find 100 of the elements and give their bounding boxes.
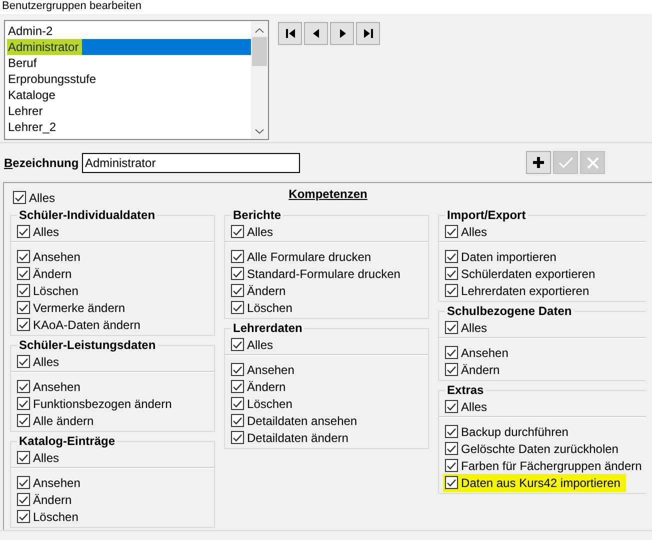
check-icon bbox=[233, 228, 242, 236]
checkbox-label: Ansehen bbox=[247, 362, 294, 378]
list-item[interactable]: Lehrer bbox=[7, 103, 251, 119]
nav-button[interactable] bbox=[278, 22, 302, 45]
skip-start-icon bbox=[286, 29, 294, 38]
checkbox-label: Alles bbox=[461, 224, 488, 240]
add-button[interactable] bbox=[526, 151, 551, 174]
checkbox[interactable] bbox=[231, 363, 244, 376]
checkbox[interactable] bbox=[445, 459, 458, 472]
checkbox-label: Daten importieren bbox=[461, 248, 556, 266]
checkbox-label: Alles bbox=[33, 450, 60, 466]
triangle-right-icon bbox=[338, 29, 346, 38]
checkbox-label: Löschen bbox=[247, 396, 292, 412]
checkbox[interactable] bbox=[445, 346, 458, 359]
checkbox-label: Gelöschte Daten zurückholen bbox=[461, 440, 618, 458]
checkbox-label: Ansehen bbox=[33, 474, 80, 492]
checkbox[interactable] bbox=[445, 321, 458, 334]
list-item[interactable]: Lehrer_2 bbox=[7, 119, 251, 135]
checkbox-label: Ansehen bbox=[33, 378, 80, 396]
checkbox-label: Ansehen bbox=[33, 248, 80, 266]
triangle-left-icon bbox=[312, 29, 320, 38]
checkbox-label: Detaildaten ändern bbox=[247, 430, 348, 446]
checkbox[interactable] bbox=[445, 400, 458, 413]
name-input[interactable]: Administrator bbox=[82, 152, 300, 172]
nav-button[interactable] bbox=[304, 22, 328, 45]
group-title: Katalog-Einträge bbox=[17, 433, 118, 449]
scrollbar[interactable] bbox=[251, 21, 268, 139]
checkbox-label: KAoA-Daten ändern bbox=[33, 316, 140, 334]
checkbox[interactable] bbox=[17, 267, 30, 280]
checkbox[interactable] bbox=[231, 284, 244, 297]
checkbox[interactable] bbox=[445, 425, 458, 438]
checkbox[interactable] bbox=[445, 250, 458, 263]
chevron-down-icon bbox=[255, 129, 264, 134]
list-item[interactable]: Beruf bbox=[7, 55, 251, 71]
nav-button[interactable] bbox=[356, 22, 380, 45]
checkbox[interactable] bbox=[13, 191, 26, 204]
check-icon bbox=[19, 358, 28, 366]
checkbox[interactable] bbox=[445, 267, 458, 280]
checkbox[interactable] bbox=[445, 363, 458, 376]
check-icon bbox=[447, 228, 456, 236]
checkbox-label: Ändern bbox=[247, 282, 286, 300]
checkbox[interactable] bbox=[231, 225, 244, 238]
window-title: Benutzergruppen bearbeiten bbox=[2, 0, 142, 13]
checkbox-label: Ändern bbox=[461, 362, 500, 378]
scrollbar-thumb[interactable] bbox=[252, 37, 267, 66]
checkbox[interactable] bbox=[231, 338, 244, 351]
checkbox[interactable] bbox=[231, 397, 244, 410]
checkbox-label: Farben für Fächergruppen ändern bbox=[461, 458, 642, 474]
group-title: Schüler-Leistungsdaten bbox=[17, 337, 158, 353]
checkbox[interactable] bbox=[17, 414, 30, 427]
checkbox-label: Alles bbox=[247, 336, 274, 354]
checkbox-label: Alles bbox=[461, 398, 488, 416]
checkbox[interactable] bbox=[17, 318, 30, 331]
checkbox[interactable] bbox=[17, 301, 30, 314]
check-icon bbox=[558, 157, 572, 168]
close-icon bbox=[586, 156, 598, 168]
checkbox-label: Ändern bbox=[33, 492, 72, 508]
checkbox[interactable] bbox=[231, 301, 244, 314]
checkbox[interactable] bbox=[445, 225, 458, 238]
check-icon bbox=[19, 454, 28, 462]
checkbox-label: Backup durchführen bbox=[461, 424, 568, 440]
checkbox[interactable] bbox=[17, 493, 30, 506]
checkbox-label: Löschen bbox=[247, 300, 292, 316]
checkbox-label: Alles bbox=[33, 354, 60, 370]
checkbox[interactable] bbox=[17, 397, 30, 410]
checkbox[interactable] bbox=[231, 380, 244, 393]
checkbox[interactable] bbox=[445, 284, 458, 297]
checkbox[interactable] bbox=[231, 267, 244, 280]
checkbox-label: Alles bbox=[461, 320, 488, 336]
list-item[interactable]: Admin-2 bbox=[7, 23, 251, 39]
nav-button[interactable] bbox=[330, 22, 354, 45]
checkbox-label: Ändern bbox=[247, 378, 286, 396]
checkbox-label: Detaildaten ansehen bbox=[247, 412, 358, 430]
checkbox[interactable] bbox=[17, 250, 30, 263]
check-icon bbox=[15, 194, 24, 202]
list-item[interactable]: Kataloge bbox=[7, 87, 251, 103]
checkbox-label: Löschen bbox=[33, 508, 78, 526]
checkbox-label: Ändern bbox=[33, 266, 72, 282]
checkbox[interactable] bbox=[231, 431, 244, 444]
checkbox[interactable] bbox=[231, 250, 244, 263]
list-item[interactable]: Erprobungsstufe bbox=[7, 71, 251, 87]
checkbox-label: Ansehen bbox=[461, 344, 508, 362]
checkbox[interactable] bbox=[17, 510, 30, 523]
checkbox-label: Funktionsbezogen ändern bbox=[33, 396, 172, 412]
checkbox[interactable] bbox=[17, 476, 30, 489]
checkbox[interactable] bbox=[17, 284, 30, 297]
checkbox[interactable] bbox=[445, 476, 458, 489]
group-listbox[interactable]: Admin-2 Administrator Beruf Erprobungsstufe Kataloge Lehrer Lehrer_2 bbox=[4, 20, 269, 140]
list-item[interactable]: Administrator bbox=[7, 39, 251, 55]
checkbox-label: Alles bbox=[33, 224, 60, 240]
section-title: Kompetenzen bbox=[288, 186, 368, 202]
checkbox[interactable] bbox=[231, 414, 244, 427]
checkbox[interactable] bbox=[17, 355, 30, 368]
checkbox[interactable] bbox=[445, 442, 458, 455]
checkbox[interactable] bbox=[17, 225, 30, 238]
checkbox[interactable] bbox=[17, 380, 30, 393]
checkbox-label: Lehrerdaten exportieren bbox=[461, 282, 590, 300]
checkbox[interactable] bbox=[17, 451, 30, 464]
checkbox-label: Alles bbox=[29, 190, 56, 206]
checkbox-label: Standard-Formulare drucken bbox=[247, 266, 400, 282]
